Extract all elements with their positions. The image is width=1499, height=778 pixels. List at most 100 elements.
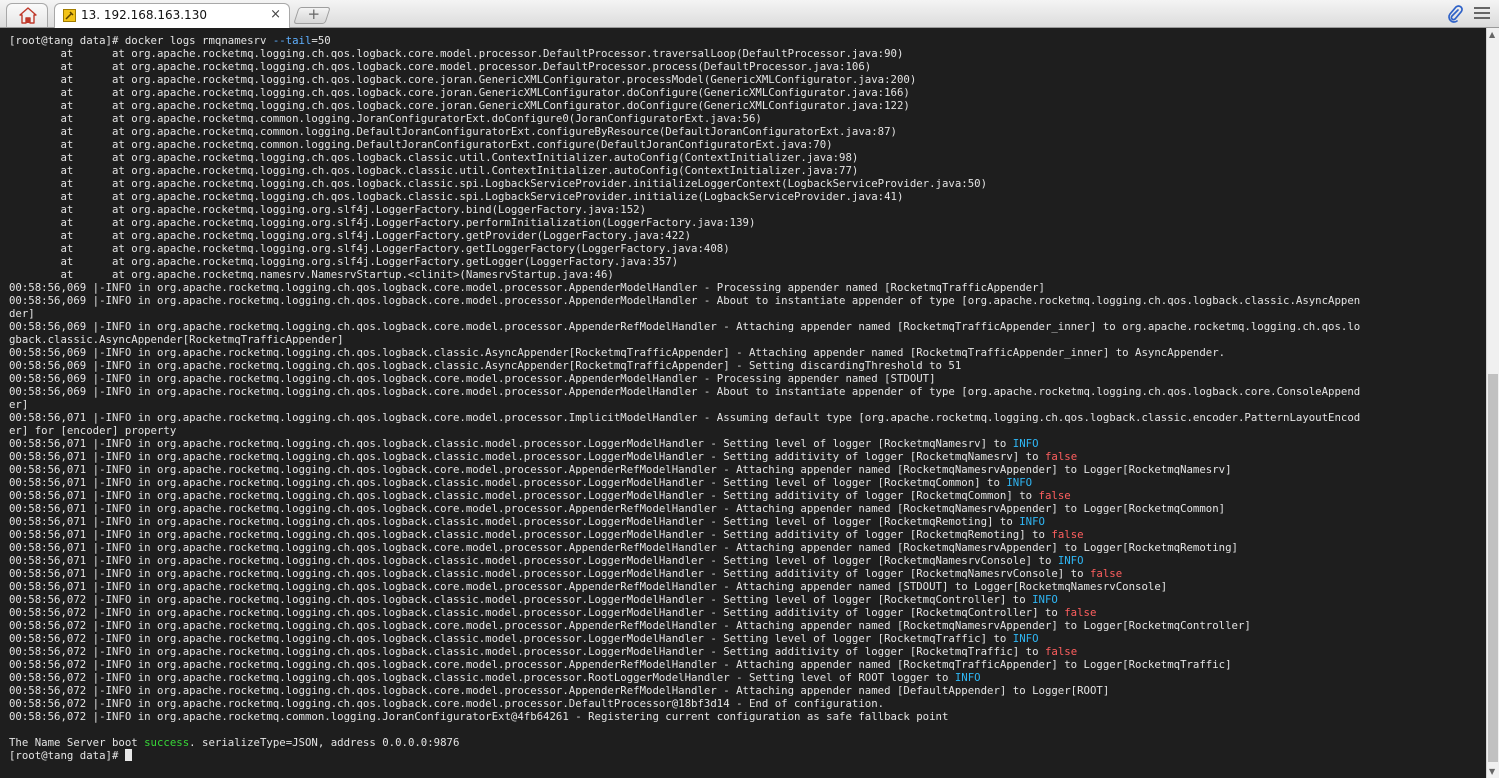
- session-tab-title: 13. 192.168.163.130: [81, 8, 207, 22]
- line-text: 00:58:56,072 |-INFO in org.apache.rocket…: [9, 632, 1013, 645]
- terminal-line: 00:58:56,071 |-INFO in org.apache.rocket…: [9, 437, 1483, 450]
- terminal-line: der]: [9, 307, 1483, 320]
- terminal-line: at at org.apache.rocketmq.logging.ch.qos…: [9, 177, 1483, 190]
- line-text: 00:58:56,069 |-INFO in org.apache.rocket…: [9, 294, 1361, 307]
- line-text: 00:58:56,072 |-INFO in org.apache.rocket…: [9, 671, 955, 684]
- terminal-line: at at org.apache.rocketmq.logging.org.sl…: [9, 216, 1483, 229]
- highlight-false: false: [1064, 606, 1097, 619]
- tab-bar: 13. 192.168.163.130 × +: [0, 0, 1499, 28]
- line-text: at at org.apache.rocketmq.common.logging…: [9, 112, 762, 125]
- terminal-line: at at org.apache.rocketmq.logging.ch.qos…: [9, 86, 1483, 99]
- line-text: at at org.apache.rocketmq.logging.org.sl…: [9, 203, 647, 216]
- terminal-line: 00:58:56,071 |-INFO in org.apache.rocket…: [9, 489, 1483, 502]
- line-text: at at org.apache.rocketmq.logging.ch.qos…: [9, 99, 910, 112]
- terminal-output[interactable]: [root@tang data]# docker logs rmqnamesrv…: [0, 28, 1486, 778]
- line-text: at at org.apache.rocketmq.logging.org.sl…: [9, 255, 679, 268]
- line-text: 00:58:56,071 |-INFO in org.apache.rocket…: [9, 489, 1039, 502]
- scroll-up-arrow-icon[interactable]: ▲: [1489, 30, 1495, 39]
- terminal-line: 00:58:56,072 |-INFO in org.apache.rocket…: [9, 593, 1483, 606]
- home-tab[interactable]: [6, 3, 48, 27]
- line-text: at at org.apache.rocketmq.logging.ch.qos…: [9, 86, 910, 99]
- line-text: at at org.apache.rocketmq.logging.ch.qos…: [9, 60, 872, 73]
- highlight-opt: --tail: [272, 34, 312, 47]
- line-text: 00:58:56,069 |-INFO in org.apache.rocket…: [9, 372, 936, 385]
- highlight-false: false: [1044, 450, 1078, 463]
- line-text: er] for [encoder] property: [9, 424, 177, 437]
- terminal-line: at at org.apache.rocketmq.namesrv.Namesr…: [9, 268, 1483, 281]
- terminal-line: 00:58:56,071 |-INFO in org.apache.rocket…: [9, 528, 1483, 541]
- terminal-line: at at org.apache.rocketmq.logging.org.sl…: [9, 242, 1483, 255]
- terminal-line: 00:58:56,071 |-INFO in org.apache.rocket…: [9, 554, 1483, 567]
- terminal-line: at at org.apache.rocketmq.logging.org.sl…: [9, 203, 1483, 216]
- terminal-lines: [root@tang data]# docker logs rmqnamesrv…: [9, 34, 1483, 762]
- line-text: 00:58:56,072 |-INFO in org.apache.rocket…: [9, 606, 1065, 619]
- plus-icon: +: [307, 5, 321, 23]
- terminal-line: er]: [9, 398, 1483, 411]
- terminal-line: 00:58:56,072 |-INFO in org.apache.rocket…: [9, 606, 1483, 619]
- line-text: 00:58:56,071 |-INFO in org.apache.rocket…: [9, 502, 1226, 515]
- terminal-line: 00:58:56,071 |-INFO in org.apache.rocket…: [9, 476, 1483, 489]
- terminal-line: at at org.apache.rocketmq.logging.ch.qos…: [9, 164, 1483, 177]
- terminal-line: 00:58:56,072 |-INFO in org.apache.rocket…: [9, 710, 1483, 723]
- terminal-line: 00:58:56,071 |-INFO in org.apache.rocket…: [9, 502, 1483, 515]
- terminal-line: [root@tang data]#: [9, 749, 1483, 762]
- line-text: 00:58:56,071 |-INFO in org.apache.rocket…: [9, 580, 1168, 593]
- terminal-line: 00:58:56,069 |-INFO in org.apache.rocket…: [9, 346, 1483, 359]
- line-text: 00:58:56,071 |-INFO in org.apache.rocket…: [9, 463, 1232, 476]
- terminal-line: 00:58:56,069 |-INFO in org.apache.rocket…: [9, 359, 1483, 372]
- line-text: at at org.apache.rocketmq.logging.ch.qos…: [9, 177, 988, 190]
- highlight-info: INFO: [1006, 476, 1033, 489]
- scroll-down-arrow-icon[interactable]: ▼: [1489, 767, 1495, 776]
- highlight-info: INFO: [1012, 437, 1039, 450]
- terminal-line: at at org.apache.rocketmq.logging.ch.qos…: [9, 99, 1483, 112]
- close-tab-button[interactable]: ×: [270, 7, 281, 22]
- terminal-line: at at org.apache.rocketmq.common.logging…: [9, 125, 1483, 138]
- line-text: 00:58:56,069 |-INFO in org.apache.rocket…: [9, 359, 962, 372]
- line-text: der]: [9, 307, 35, 320]
- terminal-line: 00:58:56,071 |-INFO in org.apache.rocket…: [9, 580, 1483, 593]
- home-icon: [19, 7, 37, 24]
- line-text: 00:58:56,071 |-INFO in org.apache.rocket…: [9, 567, 1090, 580]
- terminal-line: er] for [encoder] property: [9, 424, 1483, 437]
- line-text: at at org.apache.rocketmq.logging.ch.qos…: [9, 190, 904, 203]
- terminal-line: 00:58:56,071 |-INFO in org.apache.rocket…: [9, 450, 1483, 463]
- session-tab[interactable]: 13. 192.168.163.130 ×: [54, 3, 290, 28]
- highlight-false: false: [1089, 567, 1123, 580]
- line-text: 00:58:56,072 |-INFO in org.apache.rocket…: [9, 658, 1232, 671]
- terminal-line: 00:58:56,072 |-INFO in org.apache.rocket…: [9, 658, 1483, 671]
- line-text: at at org.apache.rocketmq.logging.ch.qos…: [9, 164, 859, 177]
- line-text: gback.classic.AsyncAppender[RocketmqTraf…: [9, 333, 344, 346]
- line-text: [root@tang data]#: [9, 749, 125, 762]
- hamburger-menu-icon[interactable]: [1474, 6, 1490, 20]
- highlight-info: INFO: [954, 671, 981, 684]
- line-text: 00:58:56,071 |-INFO in org.apache.rocket…: [9, 515, 1020, 528]
- terminal-line: 00:58:56,072 |-INFO in org.apache.rocket…: [9, 645, 1483, 658]
- terminal-line: at at org.apache.rocketmq.common.logging…: [9, 138, 1483, 151]
- terminal-line: at at org.apache.rocketmq.common.logging…: [9, 112, 1483, 125]
- highlight-info: INFO: [1012, 632, 1039, 645]
- terminal-scrollbar[interactable]: ▲ ▼: [1486, 28, 1499, 778]
- new-tab-button[interactable]: +: [293, 5, 331, 24]
- line-text: 00:58:56,072 |-INFO in org.apache.rocket…: [9, 645, 1045, 658]
- highlight-false: false: [1051, 528, 1084, 541]
- line-text: [root@tang data]# docker logs rmqnamesrv: [9, 34, 273, 47]
- terminal-line: The Name Server boot success. serializeT…: [9, 736, 1483, 749]
- terminal-line: at at org.apache.rocketmq.logging.org.sl…: [9, 255, 1483, 268]
- terminal-line: 00:58:56,072 |-INFO in org.apache.rocket…: [9, 619, 1483, 632]
- line-text: at at org.apache.rocketmq.namesrv.Namesr…: [9, 268, 614, 281]
- scrollbar-thumb[interactable]: [1488, 374, 1498, 762]
- line-text: 00:58:56,071 |-INFO in org.apache.rocket…: [9, 437, 1013, 450]
- terminal-line: 00:58:56,071 |-INFO in org.apache.rocket…: [9, 411, 1483, 424]
- line-text: at at org.apache.rocketmq.logging.org.sl…: [9, 229, 692, 242]
- paperclip-icon[interactable]: [1447, 5, 1463, 23]
- highlight-info: INFO: [1057, 554, 1084, 567]
- line-text: 00:58:56,072 |-INFO in org.apache.rocket…: [9, 593, 1033, 606]
- line-text: at at org.apache.rocketmq.common.logging…: [9, 125, 897, 138]
- line-text: at at org.apache.rocketmq.logging.ch.qos…: [9, 151, 859, 164]
- highlight-false: false: [1038, 489, 1071, 502]
- terminal-line: at at org.apache.rocketmq.logging.ch.qos…: [9, 190, 1483, 203]
- line-text: 00:58:56,069 |-INFO in org.apache.rocket…: [9, 385, 1361, 398]
- terminal-line: 00:58:56,072 |-INFO in org.apache.rocket…: [9, 632, 1483, 645]
- terminal-line: 00:58:56,071 |-INFO in org.apache.rocket…: [9, 567, 1483, 580]
